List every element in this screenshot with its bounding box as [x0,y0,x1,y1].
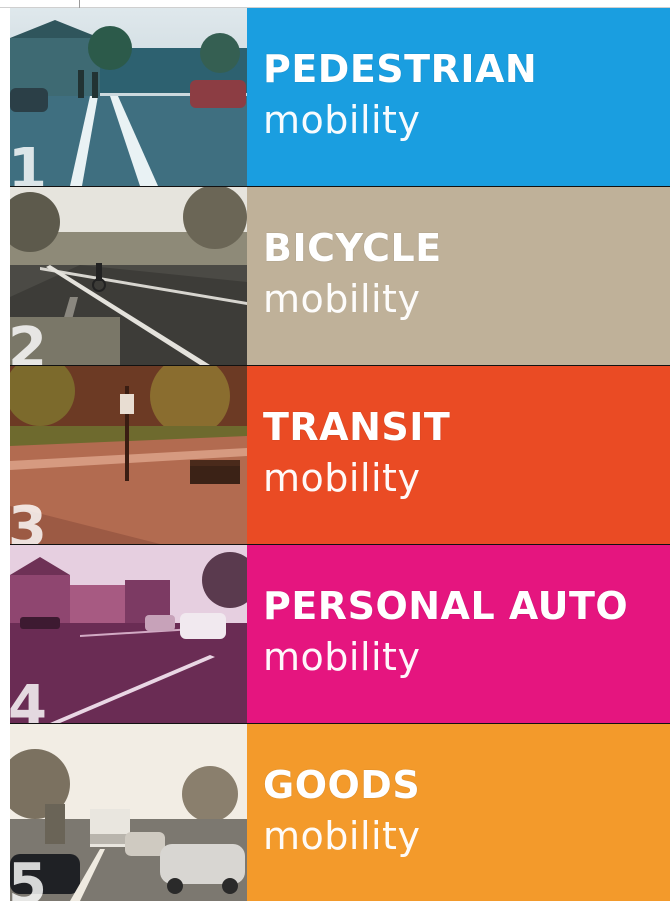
panel-bicycle: 2 BICYCLE mobility [10,187,670,365]
panel-subtitle: mobility [263,98,421,143]
panel-number: 3 [10,495,47,545]
panel-number: 4 [10,674,47,724]
main-street-photo: 4 [10,545,247,723]
panel-number: 1 [10,137,47,187]
panel-number: 5 [10,852,47,902]
band-transit: TRANSIT mobility [247,366,670,544]
band-personal-auto: PERSONAL AUTO mobility [247,545,670,723]
panel-personal-auto: 4 PERSONAL AUTO mobility [10,545,670,723]
panel-transit: 3 TRANSIT mobility [10,366,670,544]
panel-title: PEDESTRIAN [263,47,538,92]
band-goods: GOODS mobility [247,724,670,901]
panel-subtitle: mobility [263,277,421,322]
panel-subtitle: mobility [263,813,421,858]
street-crosswalk-photo: 1 [10,8,247,186]
panel-number: 2 [10,316,47,366]
panel-title: GOODS [263,762,421,807]
band-bicycle: BICYCLE mobility [247,187,670,365]
bus-stop-photo: 3 [10,366,247,544]
panel-title: TRANSIT [263,405,451,450]
bike-lane-photo: 2 [10,187,247,365]
panel-title: BICYCLE [263,226,442,271]
panel-pedestrian: 1 PEDESTRIAN mobility [10,8,670,186]
panel-subtitle: mobility [263,635,421,680]
panel-goods: 5 GOODS mobility [10,724,670,901]
panel-subtitle: mobility [263,456,421,501]
mobility-poster: 1 PEDESTRIAN mobility 2 BICYCLE mobility… [10,8,670,901]
panel-title: PERSONAL AUTO [263,584,629,629]
band-pedestrian: PEDESTRIAN mobility [247,8,670,186]
delivery-truck-photo: 5 [10,724,247,901]
